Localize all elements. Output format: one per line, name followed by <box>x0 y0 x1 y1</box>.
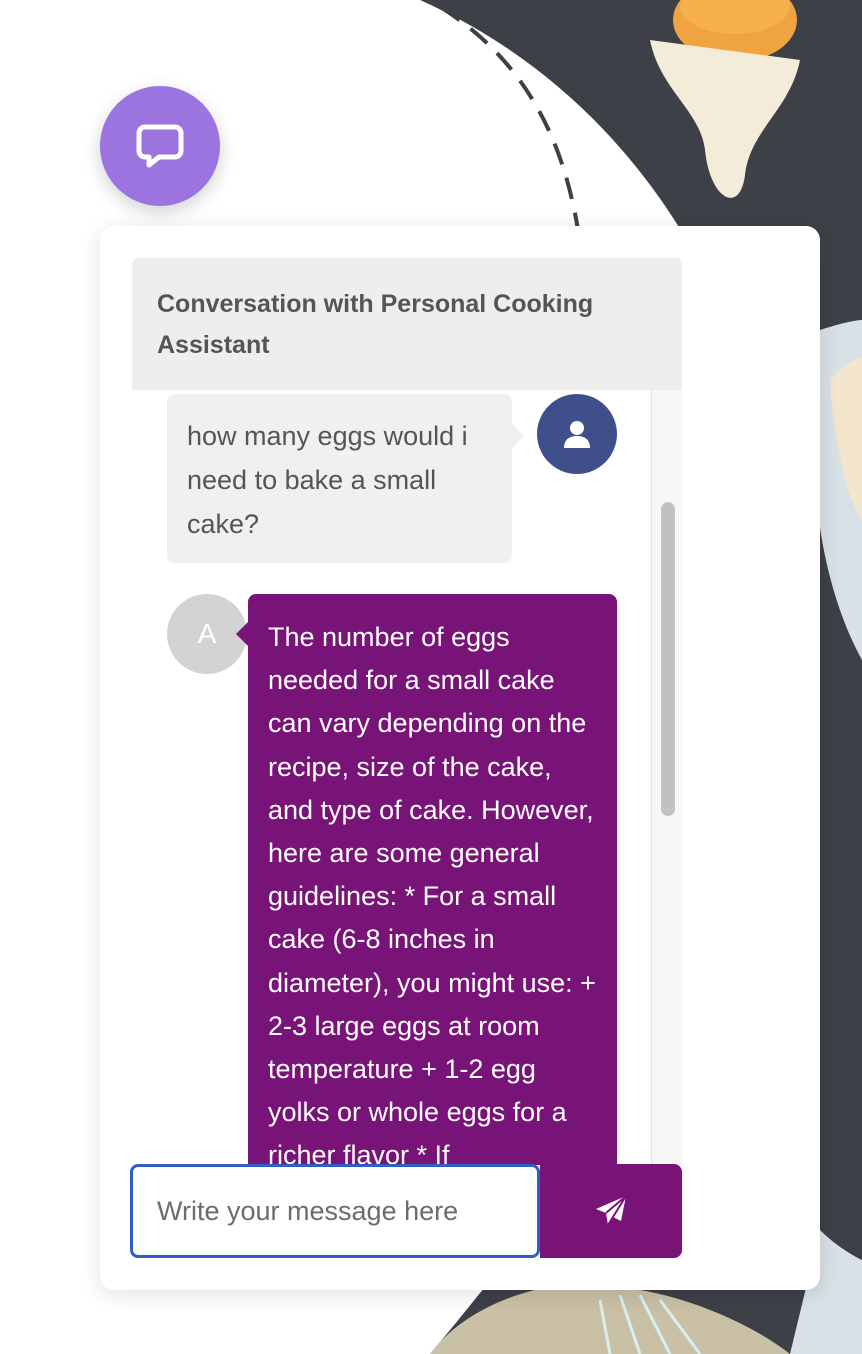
user-icon <box>564 421 590 448</box>
assistant-message-bubble: The number of eggs needed for a small ca… <box>248 594 617 1165</box>
user-avatar <box>537 394 617 474</box>
assistant-avatar: A <box>167 594 247 674</box>
chat-header: Conversation with Personal Cooking Assis… <box>132 258 682 390</box>
chat-bubble-icon <box>136 124 184 168</box>
send-button[interactable] <box>540 1164 682 1258</box>
message-list[interactable]: how many eggs would i need to bake a sma… <box>132 390 682 1165</box>
chat-title: Conversation with Personal Cooking Assis… <box>157 290 594 359</box>
chat-window: Conversation with Personal Cooking Assis… <box>100 226 820 1290</box>
user-message-bubble: how many eggs would i need to bake a sma… <box>167 394 524 563</box>
page: Conversation with Personal Cooking Assis… <box>0 0 862 1354</box>
chat-launcher-button[interactable] <box>100 86 220 206</box>
assistant-bubble-tail <box>236 622 248 646</box>
message-input[interactable] <box>130 1164 540 1258</box>
paper-plane-icon <box>596 1195 627 1226</box>
scrollbar-thumb[interactable] <box>661 502 675 816</box>
